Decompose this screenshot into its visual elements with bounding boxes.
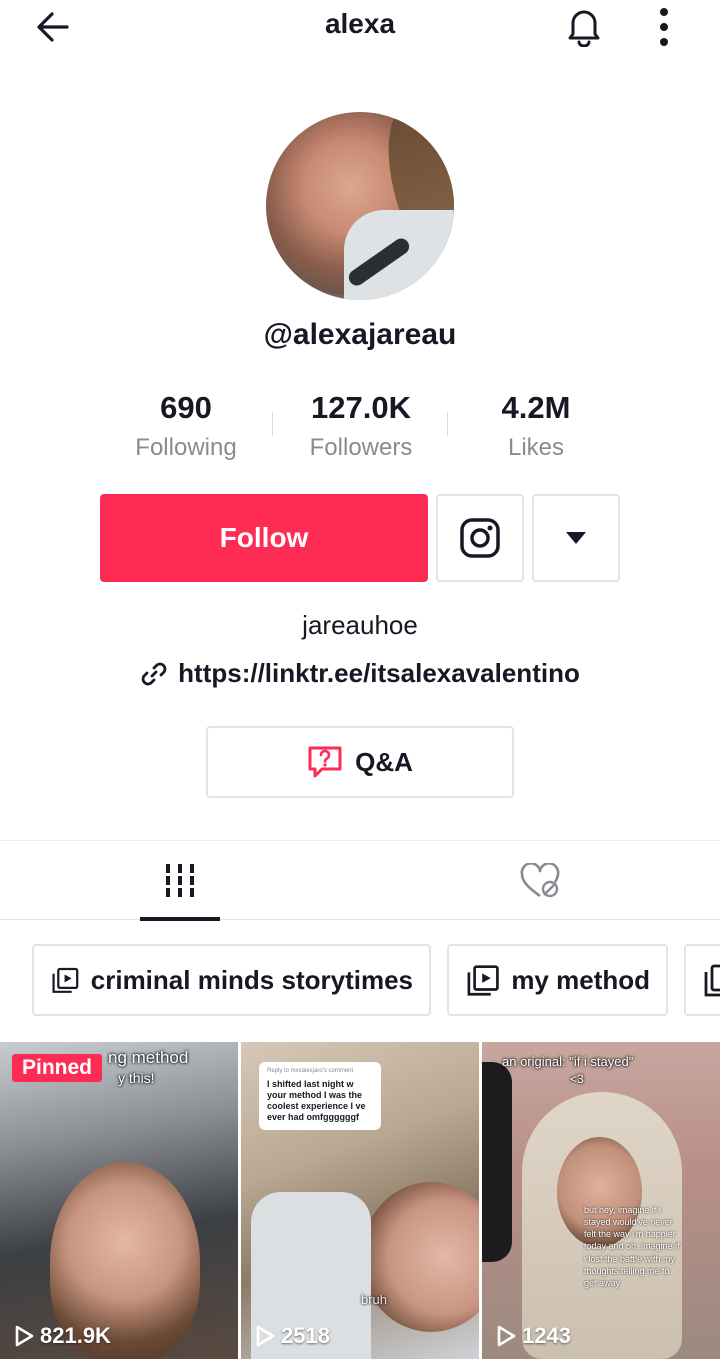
- link-icon: [141, 662, 167, 685]
- instagram-button[interactable]: [436, 494, 524, 582]
- stat-followers[interactable]: 127.0K Followers: [271, 390, 451, 462]
- stat-following[interactable]: 690 Following: [96, 390, 276, 462]
- playlist-label: criminal minds storytimes: [90, 964, 413, 995]
- question-bubble-icon: [308, 746, 342, 778]
- instagram-icon: [460, 518, 500, 558]
- video-tile[interactable]: an original: "if i stayed" <3 but hey, i…: [482, 1042, 720, 1359]
- playlist-label: my method: [511, 964, 650, 995]
- suggested-accounts-button[interactable]: [532, 494, 620, 582]
- video-watermark: bruh: [361, 1292, 388, 1307]
- video-tile[interactable]: ng method y this! Pinned 821.9K: [0, 1042, 238, 1359]
- stat-value: 4.2M: [501, 390, 571, 425]
- video-caption: an original: "if i stayed": [502, 1054, 634, 1069]
- stat-value: 127.0K: [311, 390, 411, 425]
- page-title: alexa: [324, 8, 396, 39]
- qa-label: Q&A: [355, 746, 413, 777]
- video-grid: ng method y this! Pinned 821.9K Reply to…: [0, 1042, 720, 1359]
- video-caption: y this!: [118, 1070, 155, 1086]
- content-tabs: [0, 840, 720, 921]
- playlist-icon: [704, 964, 720, 997]
- more-vertical-icon: [660, 8, 668, 46]
- playlist-chip[interactable]: criminal minds storytimes: [32, 944, 431, 1016]
- view-count-value: 1243: [522, 1323, 571, 1348]
- top-bar: alexa: [0, 0, 720, 58]
- caret-down-icon: [566, 532, 586, 544]
- view-count: 2518: [255, 1323, 330, 1349]
- stat-label: Following: [135, 434, 237, 461]
- notification-button[interactable]: [560, 2, 608, 50]
- grid-icon: [166, 863, 194, 897]
- play-icon: [256, 1325, 275, 1347]
- comment-header: Reply to mxxalexjaro's comment: [267, 1068, 354, 1074]
- username-handle: @alexajareau: [263, 318, 457, 351]
- playlist-chip[interactable]: my method: [447, 944, 668, 1016]
- playlist-chip[interactable]: [684, 944, 720, 1016]
- active-tab-indicator: [140, 917, 220, 921]
- stat-label: Followers: [309, 434, 413, 461]
- stat-label: Likes: [507, 434, 565, 461]
- bell-icon: [568, 10, 600, 47]
- bio-text: jareauhoe: [302, 610, 418, 640]
- stat-likes[interactable]: 4.2M Likes: [446, 390, 626, 462]
- pinned-badge: Pinned: [12, 1054, 103, 1082]
- view-count-value: 821.9K: [40, 1323, 111, 1348]
- video-caption: ng method: [108, 1048, 189, 1067]
- more-options-button[interactable]: [642, 2, 686, 50]
- link-text: https://linktr.ee/itsalexavalentino: [178, 658, 580, 688]
- play-icon: [497, 1325, 516, 1347]
- play-icon: [15, 1325, 34, 1347]
- playlist-row: criminal minds storytimes my method: [0, 944, 720, 1016]
- playlist-icon: [467, 965, 499, 996]
- profile-link[interactable]: https://linktr.ee/itsalexavalentino: [0, 658, 720, 689]
- hidden-heart-icon: [520, 862, 560, 897]
- view-count: 1243: [496, 1323, 571, 1349]
- tab-videos[interactable]: [0, 841, 360, 921]
- playlist-icon: [52, 967, 79, 993]
- stat-value: 690: [160, 390, 212, 425]
- qa-button[interactable]: Q&A: [206, 726, 514, 798]
- video-thumbnail: [361, 1182, 479, 1332]
- avatar[interactable]: [266, 112, 454, 300]
- view-count-value: 2518: [281, 1323, 330, 1348]
- view-count: 821.9K: [14, 1323, 111, 1349]
- video-lyrics: but hey, imagine if i stayed would've ne…: [584, 1205, 680, 1288]
- video-tile[interactable]: Reply to mxxalexjaro's comment I shifted…: [241, 1042, 479, 1359]
- comment-text: I shifted last night w your method I was…: [267, 1078, 366, 1123]
- video-caption: <3: [570, 1072, 584, 1086]
- tab-liked[interactable]: [360, 841, 720, 920]
- comment-reply-card: Reply to mxxalexjaro's comment I shifted…: [259, 1062, 381, 1130]
- profile-stats: 690 Following 127.0K Followers 4.2M Like…: [0, 390, 720, 470]
- follow-button[interactable]: Follow: [100, 494, 428, 582]
